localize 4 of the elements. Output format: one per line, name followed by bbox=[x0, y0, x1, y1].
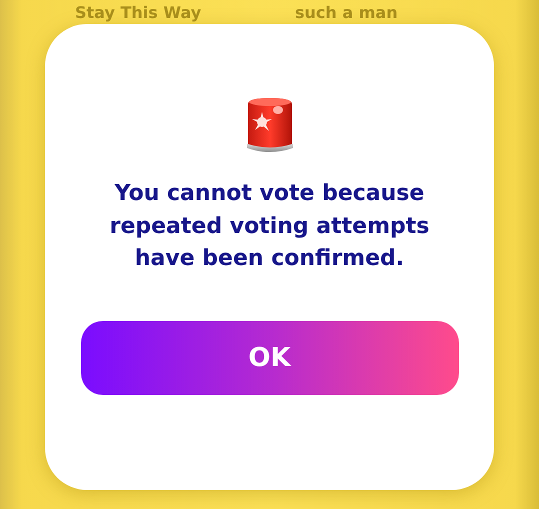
song-title: such a man bbox=[295, 2, 399, 24]
ok-button[interactable]: OK bbox=[80, 320, 458, 394]
alert-message: You cannot vote because repeated voting attempts have been confirmed. bbox=[108, 180, 430, 273]
song-title: Stay This Way bbox=[75, 2, 202, 24]
